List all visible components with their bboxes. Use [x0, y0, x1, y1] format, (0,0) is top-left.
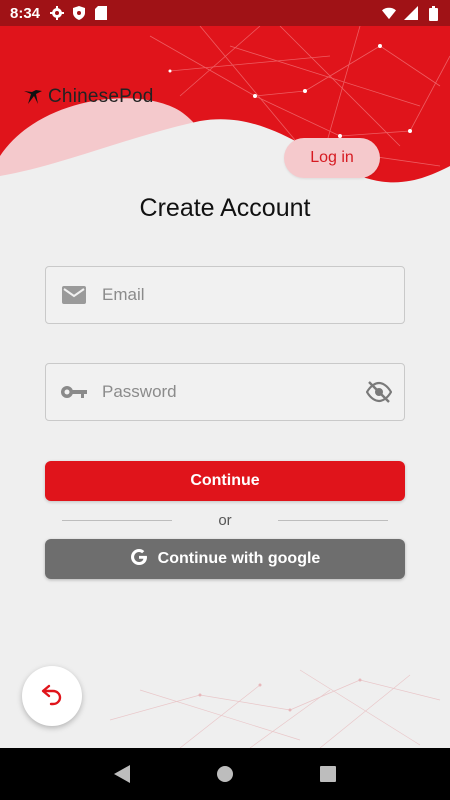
mail-icon	[46, 286, 102, 304]
email-field[interactable]: Email	[45, 266, 405, 324]
sd-card-icon	[94, 6, 108, 20]
page-title: Create Account	[139, 194, 311, 222]
home-circle-icon[interactable]	[205, 754, 245, 794]
divider-line-right	[278, 519, 388, 521]
gear-icon	[50, 6, 65, 20]
visibility-off-icon[interactable]	[354, 381, 404, 403]
status-time: 8:34	[10, 4, 41, 22]
system-nav-bar	[0, 748, 450, 800]
recents-square-icon[interactable]	[308, 754, 348, 794]
email-placeholder: Email	[102, 285, 145, 304]
divider-label: or	[218, 511, 232, 529]
shield-icon	[72, 6, 86, 20]
battery-icon	[426, 5, 440, 21]
key-icon	[46, 385, 102, 399]
continue-button[interactable]: Continue	[45, 461, 405, 501]
wifi-icon	[382, 6, 396, 20]
signal-icon	[404, 6, 418, 20]
or-divider: or	[62, 510, 388, 530]
logo-icon	[22, 82, 44, 111]
logo-text: ChinesePod	[48, 85, 154, 107]
undo-arrow-icon	[41, 682, 63, 711]
google-icon	[130, 548, 148, 571]
divider-line-left	[62, 519, 172, 521]
password-placeholder: Password	[102, 382, 177, 401]
google-signin-button[interactable]: Continue with google	[45, 539, 405, 579]
google-button-label: Continue with google	[157, 550, 321, 567]
status-bar: 8:34	[0, 0, 450, 26]
back-triangle-icon[interactable]	[102, 754, 142, 794]
password-field[interactable]: Password	[45, 363, 405, 421]
app-logo: ChinesePod	[22, 82, 154, 111]
login-button[interactable]: Log in	[284, 138, 380, 178]
undo-button[interactable]	[22, 666, 82, 726]
